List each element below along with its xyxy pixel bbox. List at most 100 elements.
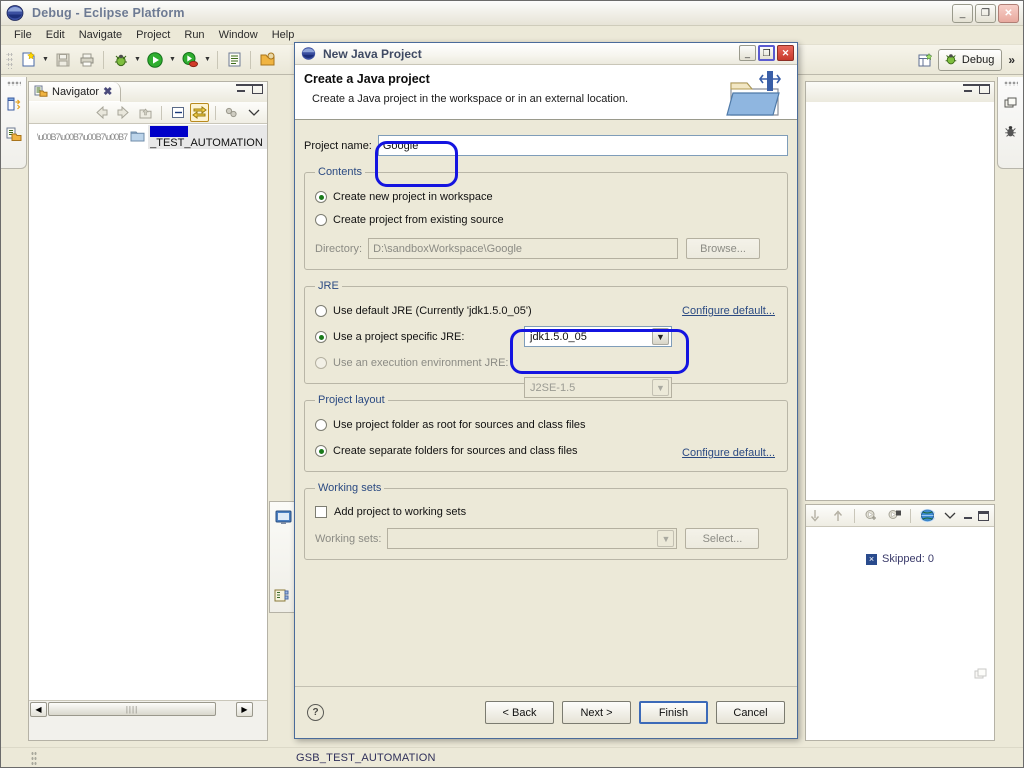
chevron-down-icon[interactable]: ▼ xyxy=(652,328,669,345)
menu-item-navigate[interactable]: Navigate xyxy=(72,27,129,43)
properties-view-icon[interactable] xyxy=(5,96,22,116)
perspective-label: Debug xyxy=(961,54,995,66)
run-icon[interactable] xyxy=(144,49,166,71)
view-menu-icon[interactable] xyxy=(222,103,241,122)
new-wizard-dropdown-icon[interactable]: ▼ xyxy=(40,49,51,71)
radio-create-new-project-indicator[interactable] xyxy=(315,191,327,203)
prev-failure-icon[interactable] xyxy=(885,506,904,525)
navigator-close-icon[interactable]: ✖ xyxy=(103,85,112,98)
outline-view-icon[interactable] xyxy=(270,580,296,610)
open-task-icon[interactable] xyxy=(223,49,245,71)
external-tools-icon[interactable] xyxy=(179,49,201,71)
navigator-maximize-icon[interactable] xyxy=(252,84,263,94)
menu-item-run[interactable]: Run xyxy=(177,27,211,43)
list-item[interactable]: \u00B7\u00B7\u00B7\u00B7 _TEST_AUTOMATIO… xyxy=(29,125,267,149)
menu-item-window[interactable]: Window xyxy=(212,27,265,43)
add-project-to-working-sets-checkbox[interactable]: Add project to working sets xyxy=(315,502,777,522)
window-close-button[interactable]: ✕ xyxy=(998,4,1019,23)
jre-select[interactable]: jdk1.5.0_05 ▼ xyxy=(524,326,672,347)
link-with-editor-icon[interactable] xyxy=(190,103,209,122)
radio-project-folder-root[interactable]: Use project folder as root for sources a… xyxy=(315,415,777,435)
directory-input[interactable]: D:\sandboxWorkspace\Google xyxy=(368,238,679,259)
debug-dropdown-icon[interactable]: ▼ xyxy=(132,49,143,71)
navigator-horizontal-scrollbar[interactable]: ◀ |||| ▶ xyxy=(29,700,267,717)
junit-view: × Skipped: 0 xyxy=(805,504,995,741)
junit-minimize-icon[interactable] xyxy=(963,511,974,521)
radio-project-specific-jre-label: Use a project specific JRE: xyxy=(333,331,465,343)
right-top-maximize-icon[interactable] xyxy=(979,84,990,94)
scroll-right-arrow[interactable]: ▶ xyxy=(236,701,253,717)
scroll-left-arrow[interactable]: ◀ xyxy=(30,701,47,717)
radio-separate-folders[interactable]: Create separate folders for sources and … xyxy=(315,441,777,461)
working-sets-select-button[interactable]: Select... xyxy=(685,528,760,549)
menu-item-edit[interactable]: Edit xyxy=(39,27,72,43)
radio-project-folder-root-indicator[interactable] xyxy=(315,419,327,431)
radio-create-from-existing[interactable]: Create project from existing source xyxy=(315,210,777,230)
radio-execution-environment-jre[interactable]: Use an execution environment JRE: J2SE-1… xyxy=(315,353,777,398)
jre-configure-default-link[interactable]: Configure default... xyxy=(682,305,775,317)
up-arrow-icon[interactable] xyxy=(829,506,848,525)
radio-execution-environment-indicator[interactable] xyxy=(315,357,327,369)
new-wizard-icon[interactable] xyxy=(17,49,39,71)
next-button[interactable]: Next > xyxy=(562,701,631,724)
forward-icon[interactable] xyxy=(114,103,133,122)
left-fastview-bar xyxy=(1,77,27,169)
layout-configure-default-link[interactable]: Configure default... xyxy=(682,447,775,459)
radio-project-specific-jre-indicator[interactable] xyxy=(315,331,327,343)
radio-separate-folders-indicator[interactable] xyxy=(315,445,327,457)
tree-connector: \u00B7\u00B7\u00B7\u00B7 xyxy=(37,132,128,142)
back-button[interactable]: < Back xyxy=(485,701,554,724)
debug-icon[interactable] xyxy=(109,49,131,71)
next-failure-icon[interactable] xyxy=(862,506,881,525)
working-sets-select[interactable]: ▼ xyxy=(387,528,678,549)
scroll-thumb[interactable]: |||| xyxy=(48,702,216,716)
help-icon[interactable]: ? xyxy=(307,704,324,721)
window-restore-button[interactable]: ❐ xyxy=(975,4,996,23)
debug-view-icon[interactable] xyxy=(1003,124,1018,142)
radio-create-new-project[interactable]: Create new project in workspace xyxy=(315,187,777,207)
console-view-icon[interactable] xyxy=(270,502,296,532)
window-minimize-button[interactable]: _ xyxy=(952,4,973,23)
down-arrow-icon[interactable] xyxy=(806,506,825,525)
open-perspective-icon[interactable] xyxy=(915,49,937,71)
menu-item-file[interactable]: File xyxy=(7,27,39,43)
menu-item-project[interactable]: Project xyxy=(129,27,177,43)
project-name-input[interactable]: Google xyxy=(377,135,788,156)
perspective-debug-button[interactable]: Debug xyxy=(937,49,1003,71)
radio-create-from-existing-indicator[interactable] xyxy=(315,214,327,226)
finish-button[interactable]: Finish xyxy=(639,701,708,724)
cancel-button[interactable]: Cancel xyxy=(716,701,785,724)
up-icon[interactable] xyxy=(136,103,155,122)
chevron-down-icon[interactable] xyxy=(244,103,263,122)
restore-view-icon[interactable] xyxy=(1003,96,1018,114)
dialog-minimize-button[interactable]: _ xyxy=(739,45,756,61)
globe-icon[interactable] xyxy=(918,506,937,525)
menu-item-help[interactable]: Help xyxy=(265,27,302,43)
execution-environment-select[interactable]: J2SE-1.5 ▼ xyxy=(524,377,672,398)
perspective-more-button[interactable]: » xyxy=(1008,53,1015,67)
external-tools-dropdown-icon[interactable]: ▼ xyxy=(202,49,213,71)
radio-use-default-jre[interactable]: Use default JRE (Currently 'jdk1.5.0_05'… xyxy=(315,301,777,321)
back-icon[interactable] xyxy=(92,103,111,122)
toolbar-grip[interactable] xyxy=(6,50,13,69)
browse-button[interactable]: Browse... xyxy=(686,238,761,259)
run-dropdown-icon[interactable]: ▼ xyxy=(167,49,178,71)
fastview-grip[interactable] xyxy=(6,81,21,86)
project-name-label: Project name: xyxy=(304,139,372,152)
navigator-tab-label: Navigator xyxy=(52,85,100,98)
status-grip xyxy=(31,750,37,765)
radio-project-specific-jre[interactable]: Use a project specific JRE: jdk1.5.0_05 … xyxy=(315,326,777,347)
navigator-tree[interactable]: \u00B7\u00B7\u00B7\u00B7 _TEST_AUTOMATIO… xyxy=(29,124,267,700)
collapse-all-icon[interactable] xyxy=(168,103,187,122)
junit-maximize-icon[interactable] xyxy=(978,510,989,521)
tab-navigator[interactable]: Navigator ✖ xyxy=(29,82,122,102)
radio-use-default-jre-indicator[interactable] xyxy=(315,305,327,317)
open-type-icon[interactable] xyxy=(256,49,278,71)
junit-view-menu-icon[interactable] xyxy=(941,506,960,525)
junit-restore-corner-icon[interactable] xyxy=(974,668,988,684)
working-sets-checkbox-indicator[interactable] xyxy=(315,506,327,518)
fastview-grip-right[interactable] xyxy=(1003,81,1018,86)
dialog-close-button[interactable]: ✕ xyxy=(777,45,794,61)
navigator-fastview-icon[interactable] xyxy=(5,126,22,146)
dialog-maximize-button[interactable]: ❐ xyxy=(758,45,775,61)
